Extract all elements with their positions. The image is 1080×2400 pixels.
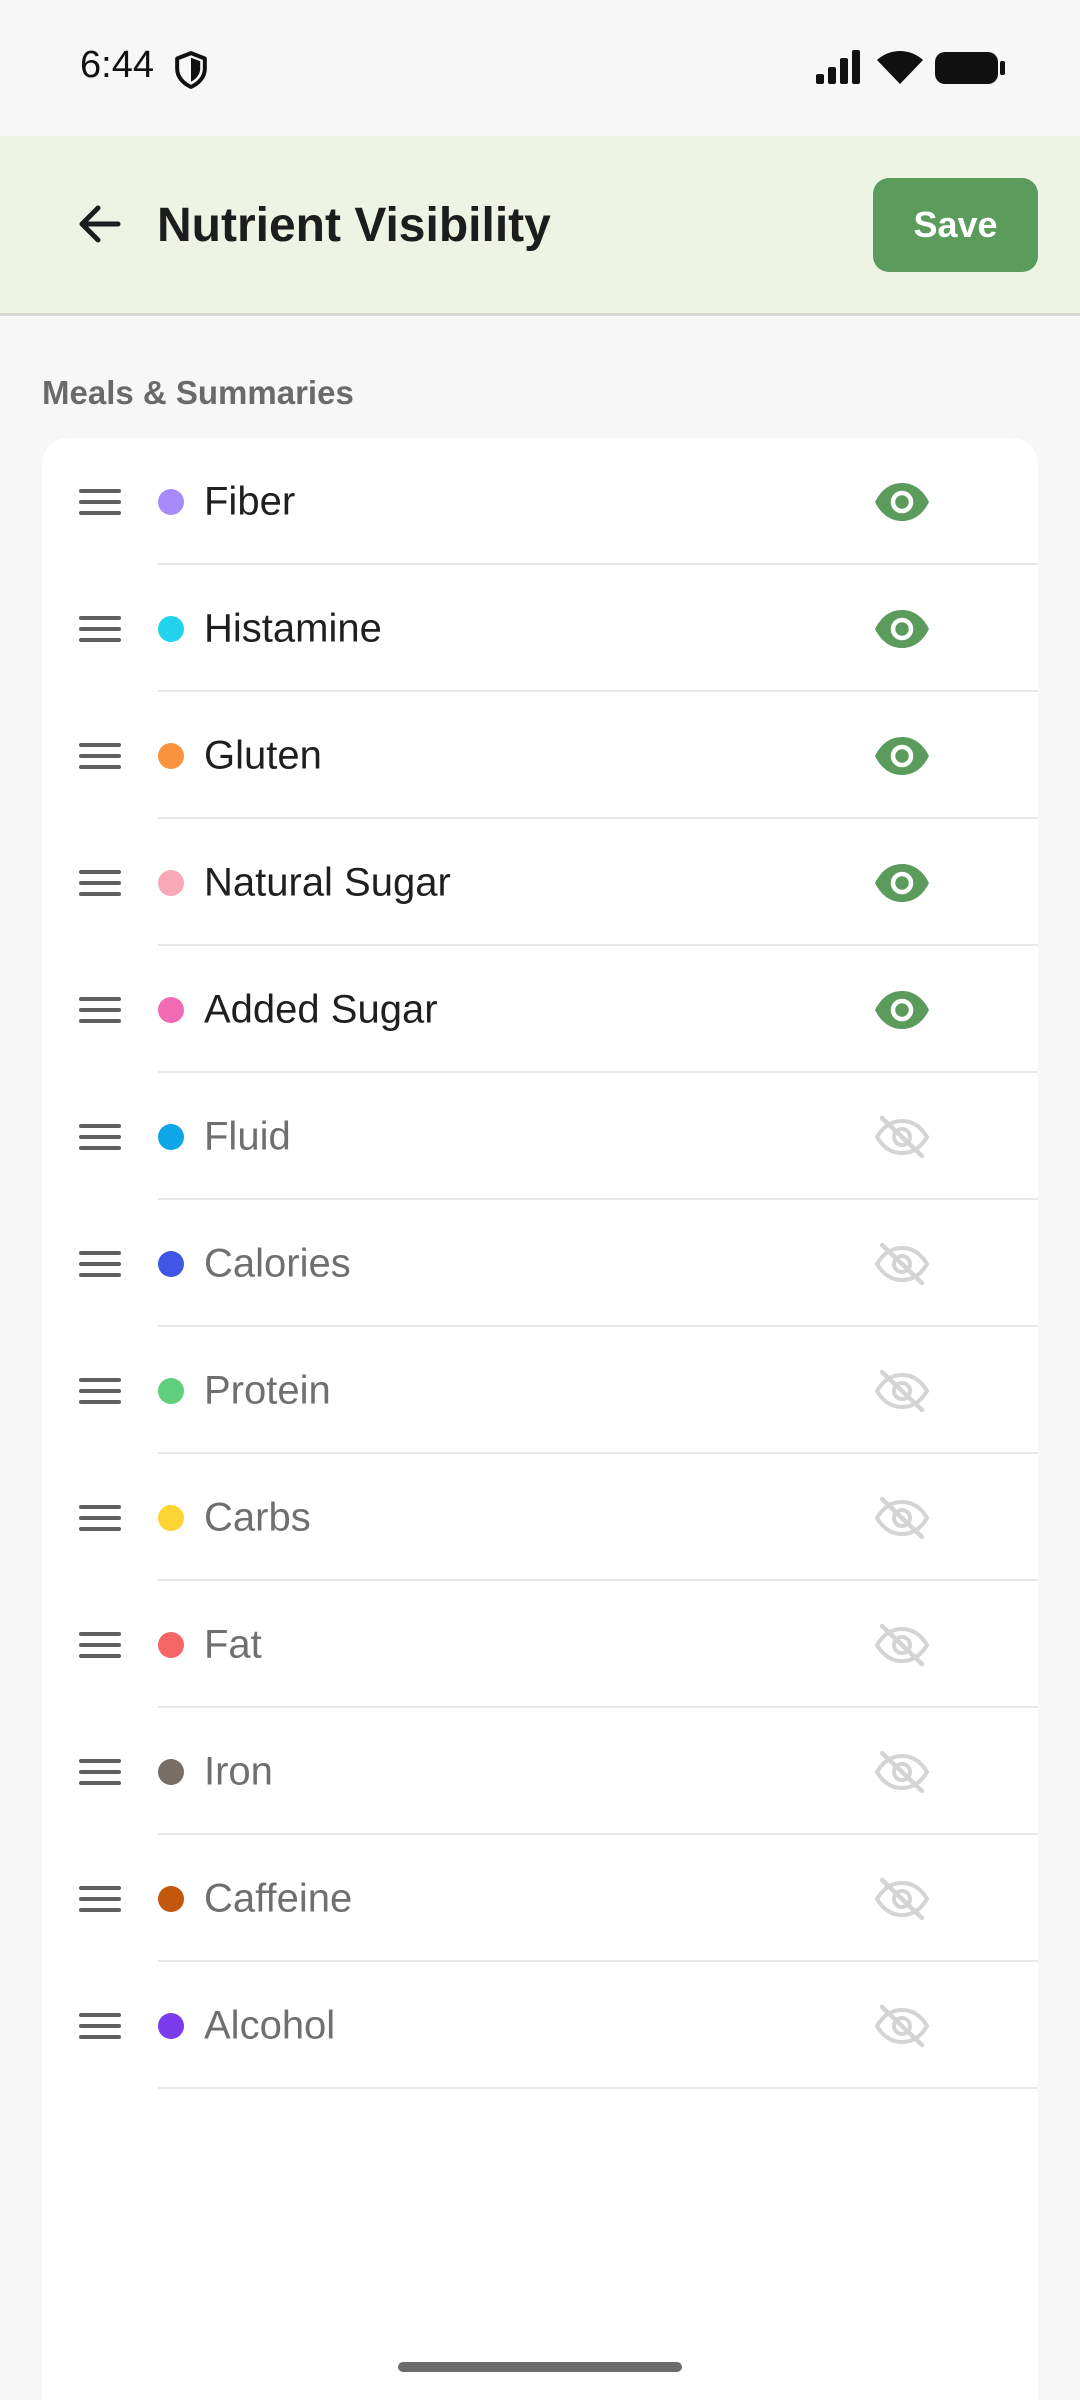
- nutrient-row[interactable]: Fluid: [42, 1073, 1038, 1200]
- nutrient-label: Fat: [204, 1622, 262, 1666]
- nutrient-label: Iron: [204, 1749, 273, 1793]
- eye-off-icon[interactable]: [872, 1242, 932, 1286]
- eye-off-icon[interactable]: [872, 1750, 932, 1794]
- home-indicator[interactable]: [398, 2362, 682, 2372]
- back-arrow-icon[interactable]: [72, 196, 128, 252]
- nutrient-row[interactable]: Histamine: [42, 565, 1038, 692]
- app-bar: Nutrient Visibility Save: [0, 136, 1080, 316]
- drag-handle-icon[interactable]: [79, 488, 121, 516]
- nutrient-color-dot: [158, 1123, 184, 1150]
- eye-off-icon[interactable]: [872, 1369, 932, 1413]
- nutrient-label: Protein: [204, 1368, 331, 1412]
- drag-handle-icon[interactable]: [79, 1123, 121, 1151]
- eye-off-icon[interactable]: [872, 1496, 932, 1540]
- nutrient-label: Gluten: [204, 733, 322, 777]
- nutrient-color-dot: [158, 615, 184, 642]
- nutrient-row[interactable]: Iron: [42, 1708, 1038, 1835]
- nutrient-list: Fiber Histamine Gluten Natural Sugar Added S…: [42, 438, 1038, 2400]
- nutrient-color-dot: [158, 1504, 184, 1531]
- nutrient-color-dot: [158, 1885, 184, 1912]
- nutrient-label: Caffeine: [204, 1876, 353, 1920]
- nutrient-label: Calories: [204, 1241, 351, 1285]
- nutrient-color-dot: [158, 1250, 184, 1277]
- nutrient-row[interactable]: Caffeine: [42, 1835, 1038, 1962]
- drag-handle-icon[interactable]: [79, 615, 121, 643]
- nutrient-label: Carbs: [204, 1495, 311, 1539]
- drag-handle-icon[interactable]: [79, 2012, 121, 2040]
- drag-handle-icon[interactable]: [79, 1250, 121, 1278]
- nutrient-row[interactable]: Fat: [42, 1581, 1038, 1708]
- eye-icon[interactable]: [872, 607, 932, 651]
- nutrient-label: Added Sugar: [204, 987, 438, 1031]
- nutrient-label: Histamine: [204, 606, 382, 650]
- drag-handle-icon[interactable]: [79, 1377, 121, 1405]
- status-time: 6:44: [80, 44, 154, 86]
- nutrient-label: Fluid: [204, 1114, 291, 1158]
- drag-handle-icon[interactable]: [79, 1631, 121, 1659]
- status-bar: 6:44: [0, 0, 1080, 136]
- nutrient-color-dot: [158, 1377, 184, 1404]
- drag-handle-icon[interactable]: [79, 1758, 121, 1786]
- eye-off-icon[interactable]: [872, 1877, 932, 1921]
- nutrient-row[interactable]: Gluten: [42, 692, 1038, 819]
- section-title: Meals & Summaries: [42, 374, 354, 411]
- battery-icon: [935, 52, 1005, 84]
- nutrient-color-dot: [158, 996, 184, 1023]
- page-title: Nutrient Visibility: [157, 199, 551, 252]
- nutrient-label: Fiber: [204, 479, 296, 523]
- save-button[interactable]: Save: [873, 178, 1038, 272]
- nutrient-color-dot: [158, 742, 184, 769]
- eye-off-icon[interactable]: [872, 1623, 932, 1667]
- nutrient-row[interactable]: Protein: [42, 1327, 1038, 1454]
- drag-handle-icon[interactable]: [79, 996, 121, 1024]
- nutrient-label: Natural Sugar: [204, 860, 451, 904]
- nutrient-color-dot: [158, 488, 184, 515]
- wifi-icon: [877, 51, 923, 84]
- nutrient-row[interactable]: Alcohol: [42, 1962, 1038, 2089]
- nutrient-row[interactable]: Added Sugar: [42, 946, 1038, 1073]
- nutrient-row[interactable]: Calories: [42, 1200, 1038, 1327]
- eye-icon[interactable]: [872, 861, 932, 905]
- drag-handle-icon[interactable]: [79, 1504, 121, 1532]
- nutrient-color-dot: [158, 869, 184, 896]
- eye-icon[interactable]: [872, 988, 932, 1032]
- nutrient-color-dot: [158, 1631, 184, 1658]
- row-divider: [158, 2087, 1038, 2089]
- eye-icon[interactable]: [872, 734, 932, 778]
- nutrient-label: Alcohol: [204, 2003, 336, 2047]
- nutrient-row[interactable]: Carbs: [42, 1454, 1038, 1581]
- nutrient-row[interactable]: Natural Sugar: [42, 819, 1038, 946]
- eye-icon[interactable]: [872, 480, 932, 524]
- nutrient-color-dot: [158, 1758, 184, 1785]
- drag-handle-icon[interactable]: [79, 869, 121, 897]
- eye-off-icon[interactable]: [872, 2004, 932, 2048]
- signal-icon: [816, 50, 860, 84]
- drag-handle-icon[interactable]: [79, 742, 121, 770]
- eye-off-icon[interactable]: [872, 1115, 932, 1159]
- drag-handle-icon[interactable]: [79, 1885, 121, 1913]
- nutrient-color-dot: [158, 2012, 184, 2039]
- shield-icon: [175, 51, 207, 89]
- nutrient-row[interactable]: Fiber: [42, 438, 1038, 565]
